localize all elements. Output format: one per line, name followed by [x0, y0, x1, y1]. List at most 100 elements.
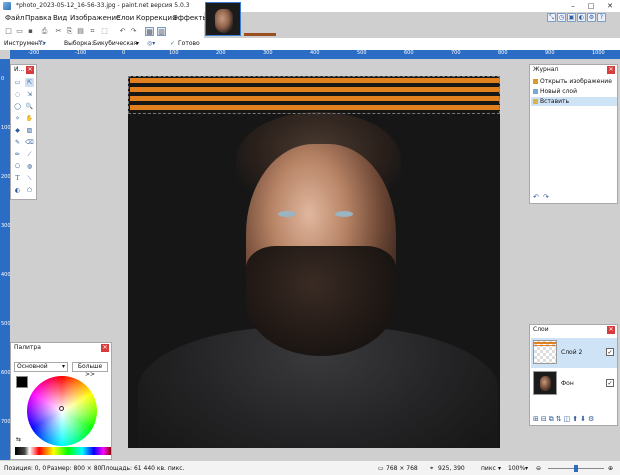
lasso-icon[interactable]: ◌: [13, 90, 22, 99]
zoom-in-icon[interactable]: ⊕: [608, 465, 613, 472]
move-selected-icon[interactable]: ⇲: [25, 90, 34, 99]
gradient-icon[interactable]: ▨: [25, 126, 34, 135]
chevron-down-icon: ▾: [61, 363, 65, 370]
image-tab-thumbnail[interactable]: [205, 2, 241, 36]
pan-icon[interactable]: ✋: [25, 114, 34, 123]
paintbrush-icon[interactable]: ✎: [13, 138, 22, 147]
layer-row-selected[interactable]: Слой 2 ✓: [531, 338, 617, 368]
deselect-icon[interactable]: ⬚: [100, 27, 109, 36]
history-panel-title: Журнал: [533, 66, 559, 73]
paste-icon[interactable]: ▤: [76, 27, 85, 36]
close-icon[interactable]: ✕: [26, 66, 34, 74]
menu-file[interactable]: Файл: [5, 14, 24, 22]
portrait-beard: [246, 246, 396, 356]
help-icon[interactable]: ?: [597, 13, 606, 22]
colors-toggle-icon[interactable]: ◐: [577, 13, 586, 22]
paint-bucket-icon[interactable]: ◆: [13, 126, 22, 135]
new-file-icon[interactable]: □: [4, 27, 13, 36]
history-item[interactable]: Новый слой: [531, 87, 617, 96]
line-icon[interactable]: ⟍: [25, 174, 34, 183]
color-wheel-cursor[interactable]: [59, 406, 64, 411]
ruler-tick-label: 900: [545, 50, 555, 56]
palette-swatches[interactable]: [15, 447, 111, 455]
more-button[interactable]: Больше >>: [72, 362, 108, 378]
copy-icon[interactable]: ⎘: [65, 27, 74, 36]
close-icon[interactable]: ✕: [607, 326, 615, 334]
maximize-button[interactable]: □: [583, 0, 599, 12]
save-icon[interactable]: ▪: [26, 27, 35, 36]
cut-icon[interactable]: ✂: [54, 27, 63, 36]
move-selection-icon[interactable]: ⇱: [25, 78, 34, 87]
color-picker-icon[interactable]: ⟋: [25, 150, 34, 159]
zoom-slider-thumb[interactable]: [574, 465, 578, 472]
history-item-label: Открыть изображение: [540, 78, 612, 85]
history-item-selected[interactable]: Вставить: [531, 97, 617, 106]
layer-actions-toolbar[interactable]: ⊞⊟⧉⇅◫⬆⬇⚙: [533, 415, 596, 424]
open-file-icon[interactable]: ▭: [15, 27, 24, 36]
minimize-button[interactable]: –: [565, 0, 581, 12]
grid-icon[interactable]: ▦: [145, 27, 154, 36]
chevron-down-icon[interactable]: ▾: [525, 465, 528, 472]
done-check-icon[interactable]: ✓: [170, 40, 175, 47]
menu-bar: Файл Правка Вид Изображение Слои Коррекц…: [0, 12, 208, 26]
pencil-icon[interactable]: ✏: [13, 150, 22, 159]
text-icon[interactable]: T: [13, 174, 22, 183]
history-item[interactable]: Открыть изображение: [531, 77, 617, 86]
resampling-dropdown[interactable]: Бикубическая: [93, 40, 137, 47]
image-canvas[interactable]: [128, 76, 500, 448]
chevron-down-icon[interactable]: ▾: [498, 465, 501, 472]
crop-icon[interactable]: ⌗: [88, 27, 97, 36]
settings-gear-icon[interactable]: ⚙: [587, 13, 596, 22]
menu-adjustments[interactable]: Коррекция: [136, 14, 176, 22]
shapes-icon[interactable]: ◐: [13, 186, 22, 195]
units-dropdown[interactable]: пикс: [481, 465, 496, 472]
dropdown-chevron-icon[interactable]: ▾: [136, 40, 139, 47]
zoom-out-icon[interactable]: ⊖: [536, 465, 541, 472]
undo-icon[interactable]: ↶: [533, 193, 539, 201]
layer-visibility-checkbox[interactable]: ✓: [606, 379, 614, 387]
primary-color-swatch[interactable]: [16, 376, 28, 388]
move-tool-icon[interactable]: ⤧▾: [38, 40, 46, 48]
zoom-icon[interactable]: 🔍: [25, 102, 34, 111]
title-bar: *photo_2023-05-12_16-56-33.jpg - paint.n…: [0, 0, 620, 12]
shape-select-icon[interactable]: ⬠: [25, 186, 34, 195]
color-wheel[interactable]: [27, 376, 97, 446]
layer-name: Слой 2: [561, 349, 583, 356]
history-toggle-icon[interactable]: ◷: [557, 13, 566, 22]
zoom-dropdown[interactable]: 100%: [508, 465, 525, 472]
menu-view[interactable]: Вид: [53, 14, 67, 22]
rect-select-icon[interactable]: ▭: [13, 78, 22, 87]
zoom-slider[interactable]: [548, 465, 604, 472]
print-icon[interactable]: ⎙: [40, 27, 49, 36]
menu-edit[interactable]: Правка: [25, 14, 52, 22]
magic-wand-icon[interactable]: ✧: [13, 114, 22, 123]
recolor-icon[interactable]: ◍: [25, 162, 34, 171]
swap-colors-icon[interactable]: ⇆: [16, 436, 21, 443]
undo-icon[interactable]: ↶: [118, 27, 127, 36]
close-icon[interactable]: ✕: [101, 344, 109, 352]
redo-icon[interactable]: ↷: [129, 27, 138, 36]
done-label[interactable]: Готово: [178, 40, 200, 47]
palette-mode-dropdown[interactable]: Основной ▾: [14, 362, 68, 372]
ruler-tick-label: 700: [451, 50, 461, 56]
menu-image[interactable]: Изображение: [70, 14, 120, 22]
history-panel: Журнал ✕ Открыть изображение Новый слой …: [529, 64, 618, 204]
clone-stamp-icon[interactable]: ⎔: [13, 162, 22, 171]
ruler-icon[interactable]: ▥: [157, 27, 166, 36]
selection-marquee[interactable]: [128, 76, 500, 114]
ruler-tick-label: 1000: [592, 50, 605, 56]
close-button[interactable]: ✕: [602, 0, 618, 12]
eraser-icon[interactable]: ⌫: [25, 138, 34, 147]
layer-visibility-checkbox[interactable]: ✓: [606, 348, 614, 356]
menu-layers[interactable]: Слои: [116, 14, 134, 22]
open-image-icon: [533, 79, 538, 84]
layer-row[interactable]: Фон ✓: [531, 369, 617, 399]
menu-effects[interactable]: Эффекты: [173, 14, 208, 22]
close-icon[interactable]: ✕: [607, 66, 615, 74]
layers-toggle-icon[interactable]: ▣: [567, 13, 576, 22]
tools-toggle-icon[interactable]: ⤡: [547, 13, 556, 22]
ellipse-select-icon[interactable]: ◯: [13, 102, 22, 111]
layer-name: Фон: [561, 380, 574, 387]
redo-icon[interactable]: ↷: [543, 193, 549, 201]
antialias-icon[interactable]: ◎▾: [147, 40, 155, 47]
